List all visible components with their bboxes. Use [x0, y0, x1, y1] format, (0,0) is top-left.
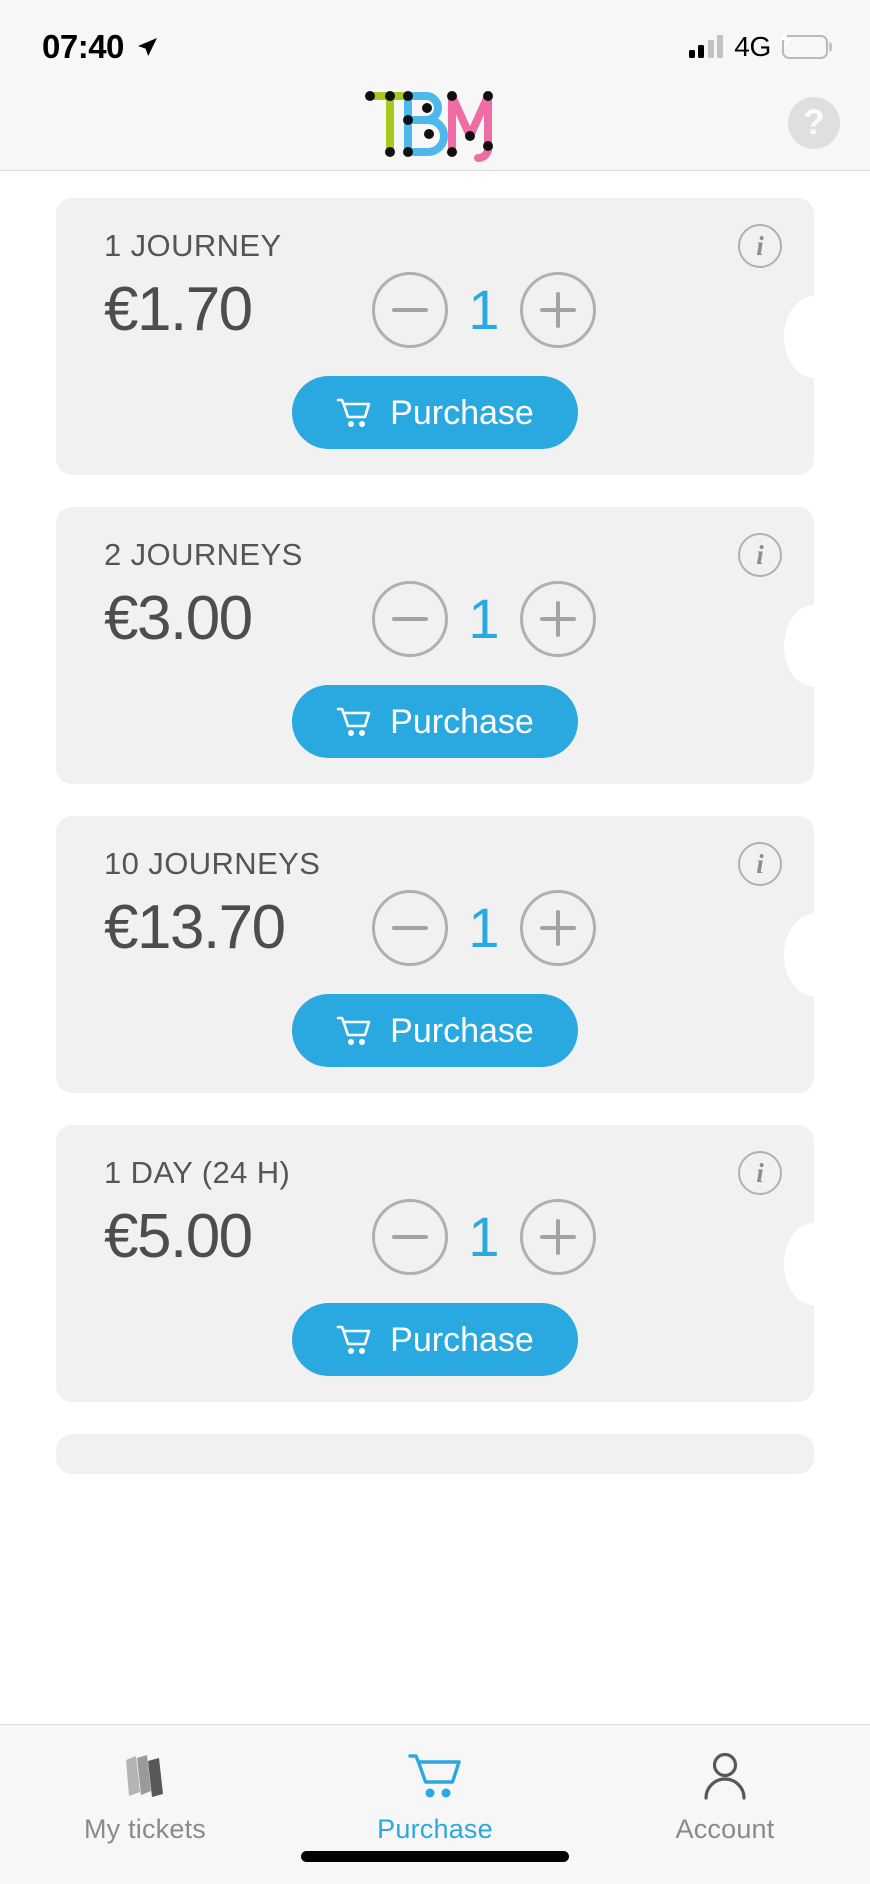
status-bar-right: 4G: [688, 29, 828, 63]
app-header: ?: [0, 75, 870, 171]
charging-bolt-icon: [780, 29, 792, 48]
quantity-value: 1: [468, 1205, 500, 1268]
ticket-price-row: €13.70 1: [56, 882, 814, 966]
ticket-price-row: €5.00 1: [56, 1191, 814, 1275]
location-arrow-icon: [137, 37, 157, 56]
ticket-card: 10 JOURNEYS i €13.70 1 Purchase: [56, 816, 844, 1093]
shopping-cart-icon: [407, 1747, 463, 1805]
info-icon[interactable]: i: [738, 224, 782, 268]
tab-label: Account: [675, 1814, 775, 1844]
ticket-price: €3.00: [104, 584, 253, 654]
ticket-price-row: €1.70 1: [56, 264, 814, 348]
ticket-notch: [784, 604, 844, 687]
increment-quantity-button[interactable]: [520, 1199, 596, 1275]
shopping-cart-icon: [336, 398, 371, 427]
ticket-price: €5.00: [104, 1202, 253, 1272]
purchase-button[interactable]: Purchase: [292, 994, 578, 1067]
ticket-title: 1 JOURNEY: [104, 228, 282, 263]
decrement-quantity-button[interactable]: [372, 890, 448, 966]
purchase-button-label: Purchase: [390, 1320, 534, 1359]
tab-label: Purchase: [377, 1814, 493, 1844]
purchase-button[interactable]: Purchase: [292, 376, 578, 449]
quantity-stepper: 1: [372, 1199, 596, 1275]
ticket-card: 1 JOURNEY i €1.70 1 Purchase: [56, 198, 844, 475]
purchase-row: Purchase: [56, 1303, 814, 1376]
ticket-notch: [784, 1222, 844, 1305]
shopping-cart-icon: [336, 1325, 371, 1354]
ticket-price-row: €3.00 1: [56, 573, 814, 657]
decrement-quantity-button[interactable]: [372, 581, 448, 657]
ticket-title: 10 JOURNEYS: [104, 846, 321, 881]
info-icon[interactable]: i: [738, 533, 782, 577]
purchase-button-label: Purchase: [390, 1011, 534, 1050]
purchase-button[interactable]: Purchase: [292, 685, 578, 758]
quantity-value: 1: [468, 587, 500, 650]
info-icon[interactable]: i: [738, 842, 782, 886]
ticket-title: 1 DAY (24 H): [104, 1155, 291, 1190]
ticket-notch: [784, 913, 844, 996]
ticket-card-partial: [56, 1434, 814, 1474]
person-icon: [700, 1747, 750, 1805]
ticket-title: 2 JOURNEYS: [104, 537, 303, 572]
shopping-cart-icon: [336, 707, 371, 736]
app-screen: 07:40 4G ? 1 JOURNEY i €1.70 1 Purchase …: [0, 0, 870, 1884]
decrement-quantity-button[interactable]: [372, 272, 448, 348]
ticket-card: 2 JOURNEYS i €3.00 1 Purchase: [56, 507, 844, 784]
purchase-row: Purchase: [56, 994, 814, 1067]
quantity-stepper: 1: [372, 581, 596, 657]
ticket-price: €1.70: [104, 275, 253, 345]
tab-purchase[interactable]: Purchase: [290, 1747, 580, 1845]
status-bar: 07:40 4G: [0, 0, 870, 75]
tab-account[interactable]: Account: [580, 1747, 870, 1845]
purchase-row: Purchase: [56, 376, 814, 449]
quantity-stepper: 1: [372, 272, 596, 348]
battery-charging-icon: [780, 29, 828, 59]
status-bar-clock: 07:40: [42, 27, 124, 65]
status-bar-left: 07:40: [42, 28, 159, 66]
signal-bars-icon: [688, 34, 724, 58]
quantity-stepper: 1: [372, 890, 596, 966]
decrement-quantity-button[interactable]: [372, 1199, 448, 1275]
purchase-row: Purchase: [56, 685, 814, 758]
ticket-price: €13.70: [104, 893, 286, 963]
help-button[interactable]: ?: [788, 96, 840, 149]
info-icon[interactable]: i: [738, 1151, 782, 1195]
network-type-label: 4G: [734, 30, 771, 62]
purchase-button-label: Purchase: [390, 393, 534, 432]
ticket-list: 1 JOURNEY i €1.70 1 Purchase 2 JOURNEYS …: [0, 171, 870, 1724]
ticket-notch: [784, 295, 844, 378]
shopping-cart-icon: [336, 1016, 371, 1045]
increment-quantity-button[interactable]: [520, 272, 596, 348]
home-indicator: [301, 1851, 569, 1862]
tbm-logo: [365, 90, 493, 162]
quantity-value: 1: [468, 278, 500, 341]
tab-my-tickets[interactable]: My tickets: [0, 1747, 290, 1845]
purchase-button[interactable]: Purchase: [292, 1303, 578, 1376]
increment-quantity-button[interactable]: [520, 890, 596, 966]
ticket-card: 1 DAY (24 H) i €5.00 1 Purchase: [56, 1125, 844, 1402]
tab-label: My tickets: [83, 1814, 206, 1844]
quantity-value: 1: [468, 896, 500, 959]
purchase-button-label: Purchase: [390, 702, 534, 741]
increment-quantity-button[interactable]: [520, 581, 596, 657]
tickets-icon: [118, 1747, 172, 1805]
